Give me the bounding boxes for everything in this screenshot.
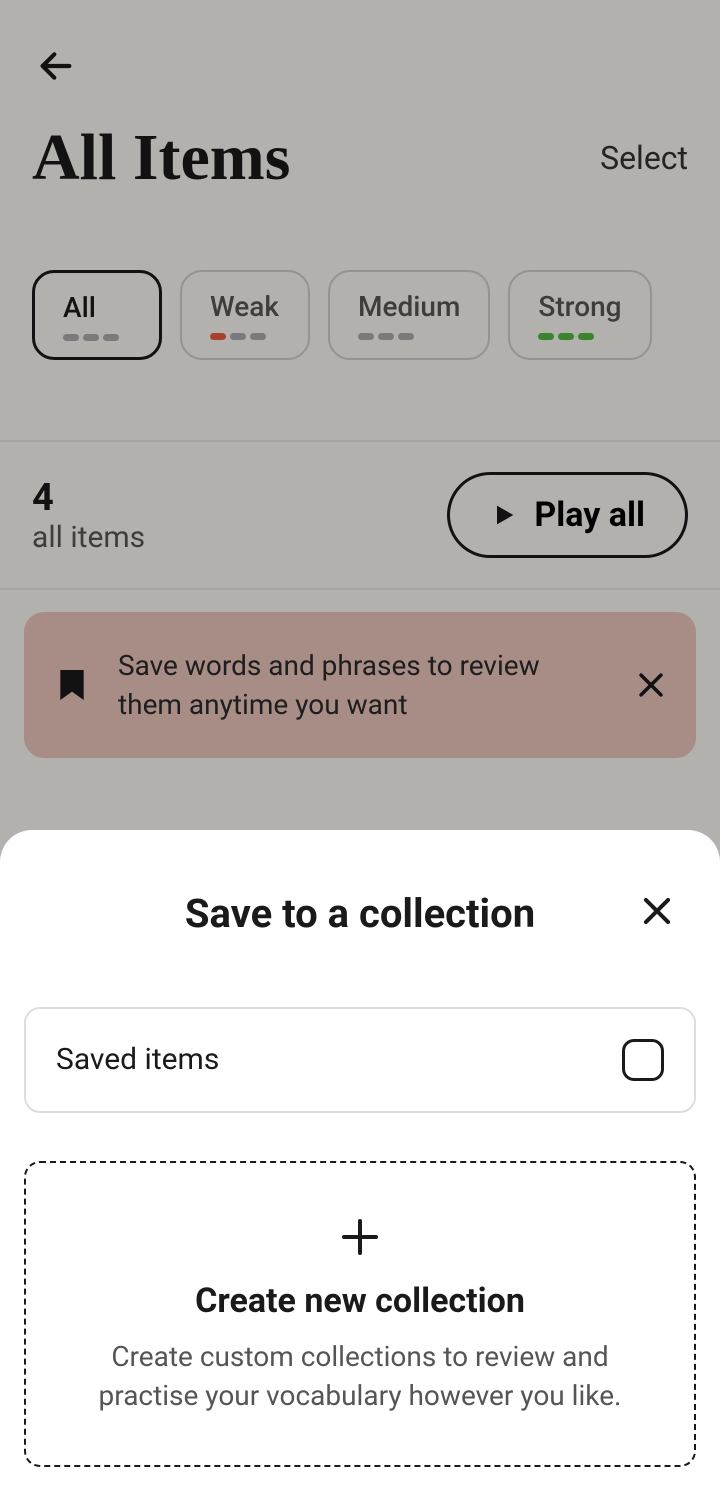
plus-icon [336, 1213, 384, 1261]
create-collection-card[interactable]: Create new collection Create custom coll… [24, 1161, 696, 1467]
close-icon [638, 892, 676, 930]
collection-label: Saved items [56, 1042, 219, 1077]
sheet-header: Save to a collection [24, 890, 696, 937]
collection-row-saved-items[interactable]: Saved items [24, 1007, 696, 1113]
create-title: Create new collection [66, 1281, 654, 1321]
bottom-sheet: Save to a collection Saved items Create … [0, 830, 720, 1507]
collection-checkbox[interactable] [622, 1039, 664, 1081]
create-description: Create custom collections to review and … [66, 1337, 654, 1415]
sheet-title: Save to a collection [185, 890, 535, 937]
sheet-close-button[interactable] [638, 892, 676, 934]
